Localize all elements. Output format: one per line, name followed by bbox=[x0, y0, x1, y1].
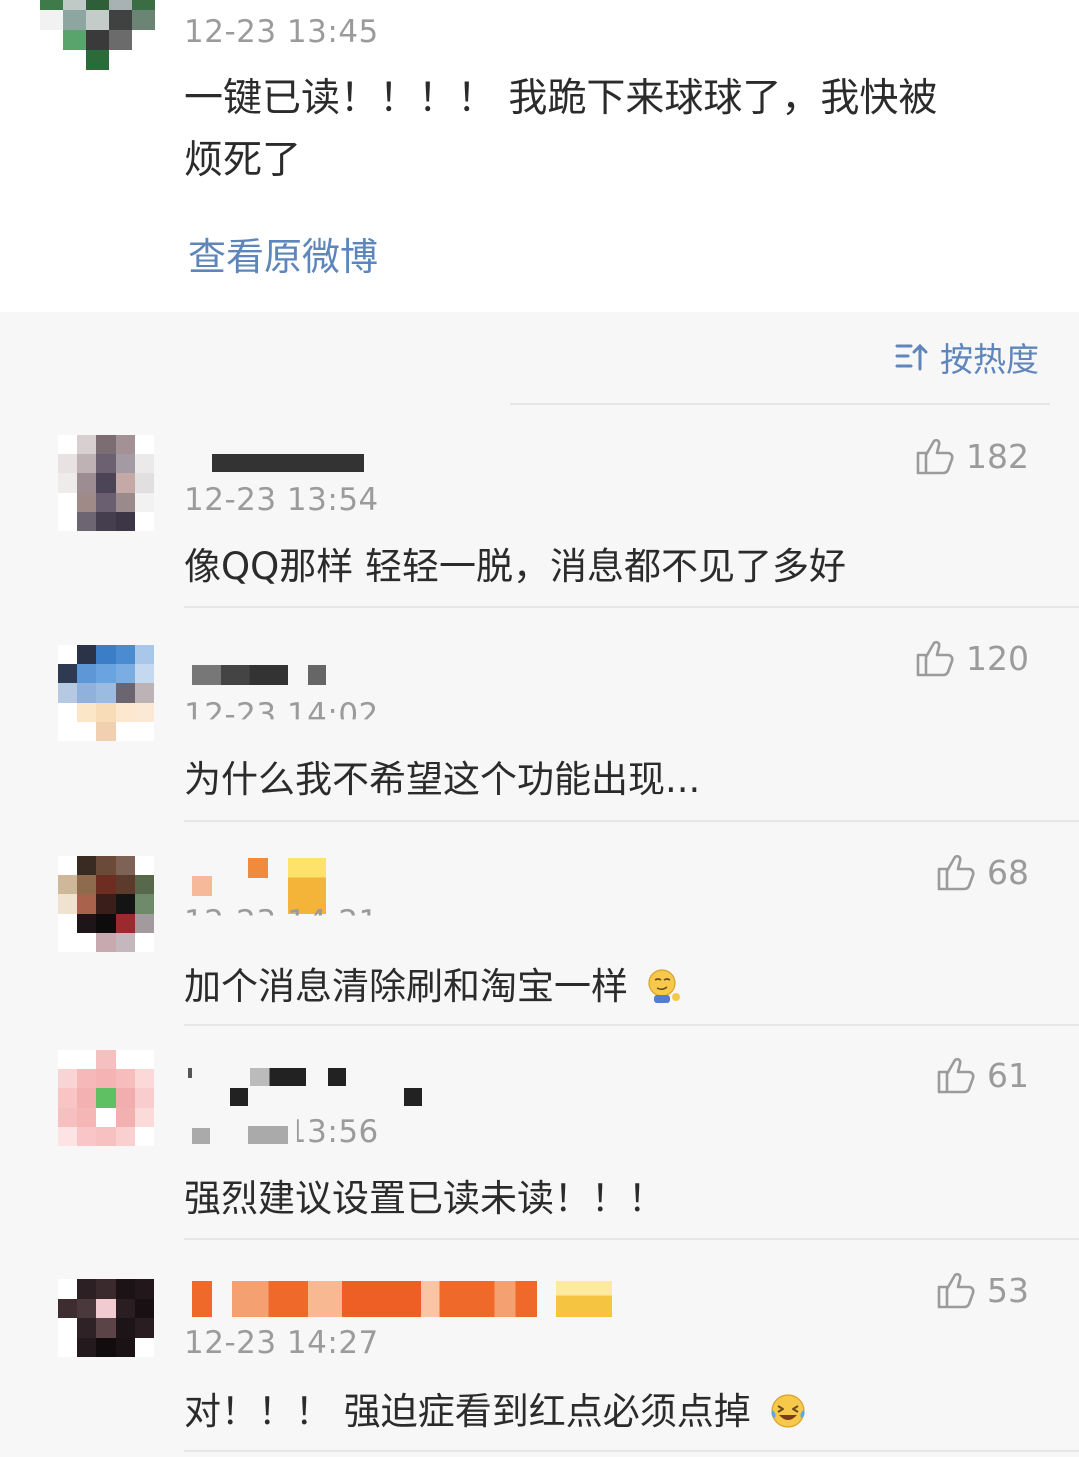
comment-text: 加个消息清除刷和淘宝一样 bbox=[184, 956, 684, 1010]
username-redacted-part bbox=[248, 858, 268, 878]
comment-text: 强烈建议设置已读未读！！！ bbox=[184, 1177, 665, 1220]
post-text-line1: 一键已读！！！！ 我跪下来球球了，我快被 bbox=[184, 76, 938, 121]
timestamp-redacted-part bbox=[248, 1126, 288, 1144]
avatar[interactable] bbox=[58, 856, 154, 952]
comment-text-label: 加个消息清除刷和淘宝一样 bbox=[184, 965, 628, 1008]
post-text-line2: 烦死了 bbox=[184, 138, 302, 183]
thumbs-up-icon bbox=[916, 640, 954, 677]
comment-text: 像QQ那样 轻轻一脱，消息都不见了多好 bbox=[184, 545, 847, 588]
avatar[interactable] bbox=[58, 1279, 154, 1357]
laughing-tears-emoji bbox=[770, 1394, 805, 1428]
comment-timestamp: 12-23 14:27 bbox=[184, 1325, 379, 1361]
avatar[interactable] bbox=[40, 0, 155, 70]
like-button[interactable]: 182 bbox=[914, 435, 1029, 477]
divider bbox=[184, 1024, 1079, 1026]
divider bbox=[510, 403, 1050, 405]
comment-text: 对！！！ 强迫症看到红点必须点掉 bbox=[184, 1381, 807, 1435]
username-redacted-part bbox=[232, 1281, 537, 1317]
like-count: 68 bbox=[987, 852, 1029, 892]
divider bbox=[184, 1238, 1079, 1240]
like-count: 120 bbox=[966, 638, 1029, 678]
comment-timestamp: 12-23 13:54 bbox=[184, 482, 379, 518]
like-button[interactable]: 68 bbox=[935, 851, 1029, 893]
divider bbox=[184, 606, 1079, 608]
username-redacted[interactable] bbox=[212, 454, 364, 472]
username-redacted-part bbox=[556, 1281, 612, 1317]
post-timestamp: 12-23 13:45 bbox=[184, 14, 379, 50]
smirk-emoji bbox=[648, 969, 680, 1003]
username-redacted[interactable] bbox=[192, 1281, 212, 1317]
username-redacted-part bbox=[308, 665, 326, 685]
username-redacted-part bbox=[250, 1068, 306, 1086]
username-redacted-part bbox=[230, 1088, 248, 1106]
thumbs-up-icon bbox=[916, 438, 954, 475]
avatar[interactable] bbox=[58, 1050, 154, 1146]
avatar[interactable] bbox=[58, 645, 154, 741]
sort-label: 按热度 bbox=[940, 340, 1039, 379]
username-redacted-part bbox=[404, 1088, 422, 1106]
like-count: 61 bbox=[987, 1055, 1029, 1095]
username-redacted[interactable] bbox=[188, 1068, 192, 1078]
comment-timestamp: 12-23 14:02 bbox=[184, 697, 379, 733]
comment-text: 为什么我不希望这个功能出现... bbox=[184, 758, 701, 801]
sort-icon bbox=[895, 343, 928, 371]
comment-timestamp: 12-23 14:21 bbox=[184, 904, 379, 940]
comment-text-label: 对！！！ 强迫症看到红点必须点掉 bbox=[184, 1390, 751, 1433]
top-post-card: 12-23 13:45 一键已读！！！！ 我跪下来球球了，我快被 烦死了 查看原… bbox=[0, 0, 1079, 312]
avatar[interactable] bbox=[58, 435, 154, 531]
view-original-link[interactable]: 查看原微博 bbox=[188, 226, 378, 281]
like-button[interactable]: 61 bbox=[935, 1054, 1029, 1096]
username-redacted-part bbox=[328, 1068, 346, 1086]
divider bbox=[184, 1450, 1079, 1452]
like-count: 53 bbox=[987, 1270, 1029, 1310]
divider bbox=[184, 820, 1079, 822]
username-redacted[interactable] bbox=[192, 876, 212, 896]
username-redacted[interactable] bbox=[192, 665, 288, 685]
thumbs-up-icon bbox=[937, 1272, 975, 1309]
thumbs-up-icon bbox=[937, 1057, 975, 1094]
thumbs-up-icon bbox=[937, 854, 975, 891]
like-count: 182 bbox=[966, 436, 1029, 476]
like-button[interactable]: 53 bbox=[935, 1269, 1029, 1311]
like-button[interactable]: 120 bbox=[914, 637, 1029, 679]
sort-by-hot-button[interactable]: 按热度 bbox=[894, 336, 1039, 379]
timestamp-redacted bbox=[192, 1128, 210, 1144]
